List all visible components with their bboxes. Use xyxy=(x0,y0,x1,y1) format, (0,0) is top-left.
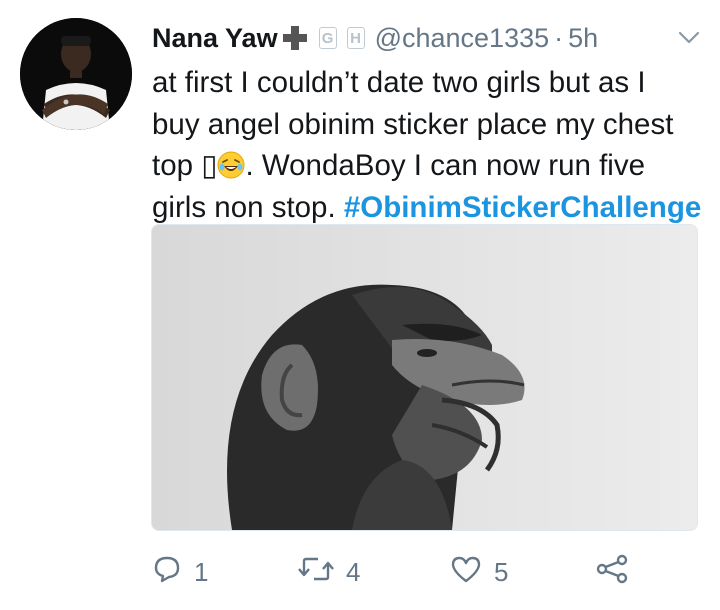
hashtag-link[interactable]: #ObinimStickerChallenge xyxy=(344,191,701,224)
timestamp[interactable]: 5h xyxy=(568,23,598,54)
share-button[interactable] xyxy=(595,550,629,594)
tweet-text-line: at first I couldn’t date two girls but a… xyxy=(152,66,646,99)
separator-dot: · xyxy=(554,22,564,53)
badge-g: G xyxy=(318,27,337,49)
tweet-header: Nana Yaw G H @chance1335 · 5h xyxy=(152,16,700,60)
badge-h: H xyxy=(346,27,365,49)
share-icon xyxy=(595,554,629,591)
tweet-text-line: girls non stop. #ObinimStickerChallenge xyxy=(152,187,704,229)
tweet-text: at first I couldn’t date two girls but a… xyxy=(152,62,704,228)
chimpanzee-photo xyxy=(152,225,697,530)
chevron-down-icon[interactable] xyxy=(678,31,700,45)
retweet-icon xyxy=(298,554,334,591)
tweet-text-segment: top ▯ xyxy=(152,149,218,182)
retweet-count: 4 xyxy=(346,556,361,587)
like-count: 5 xyxy=(494,556,509,587)
retweet-button[interactable]: 4 xyxy=(298,550,360,594)
author-handle[interactable]: @chance1335 xyxy=(375,23,550,54)
tweet-text-line: top ▯ . WondaBoy I can now run five xyxy=(152,145,704,187)
laughing-emoji-icon xyxy=(217,149,245,179)
tweet-text-segment: . WondaBoy I can now run five xyxy=(245,149,646,182)
plus-icon xyxy=(281,24,309,52)
like-button[interactable]: 5 xyxy=(450,550,508,594)
reply-icon xyxy=(152,554,182,591)
tweet-card[interactable]: Nana Yaw G H @chance1335 · 5h at first I… xyxy=(0,0,720,610)
avatar-photo xyxy=(20,18,132,130)
author-name[interactable]: Nana Yaw xyxy=(152,23,278,54)
reply-button[interactable]: 1 xyxy=(152,550,208,594)
tweet-text-segment: girls non stop. xyxy=(152,190,336,224)
tweet-text-line: buy angel obinim sticker place my chest xyxy=(152,107,674,141)
reply-count: 1 xyxy=(194,556,209,587)
tweet-actions: 1 4 5 xyxy=(152,550,704,594)
heart-icon xyxy=(450,554,482,591)
tweet-media-image[interactable] xyxy=(151,224,698,531)
avatar[interactable] xyxy=(20,18,132,130)
